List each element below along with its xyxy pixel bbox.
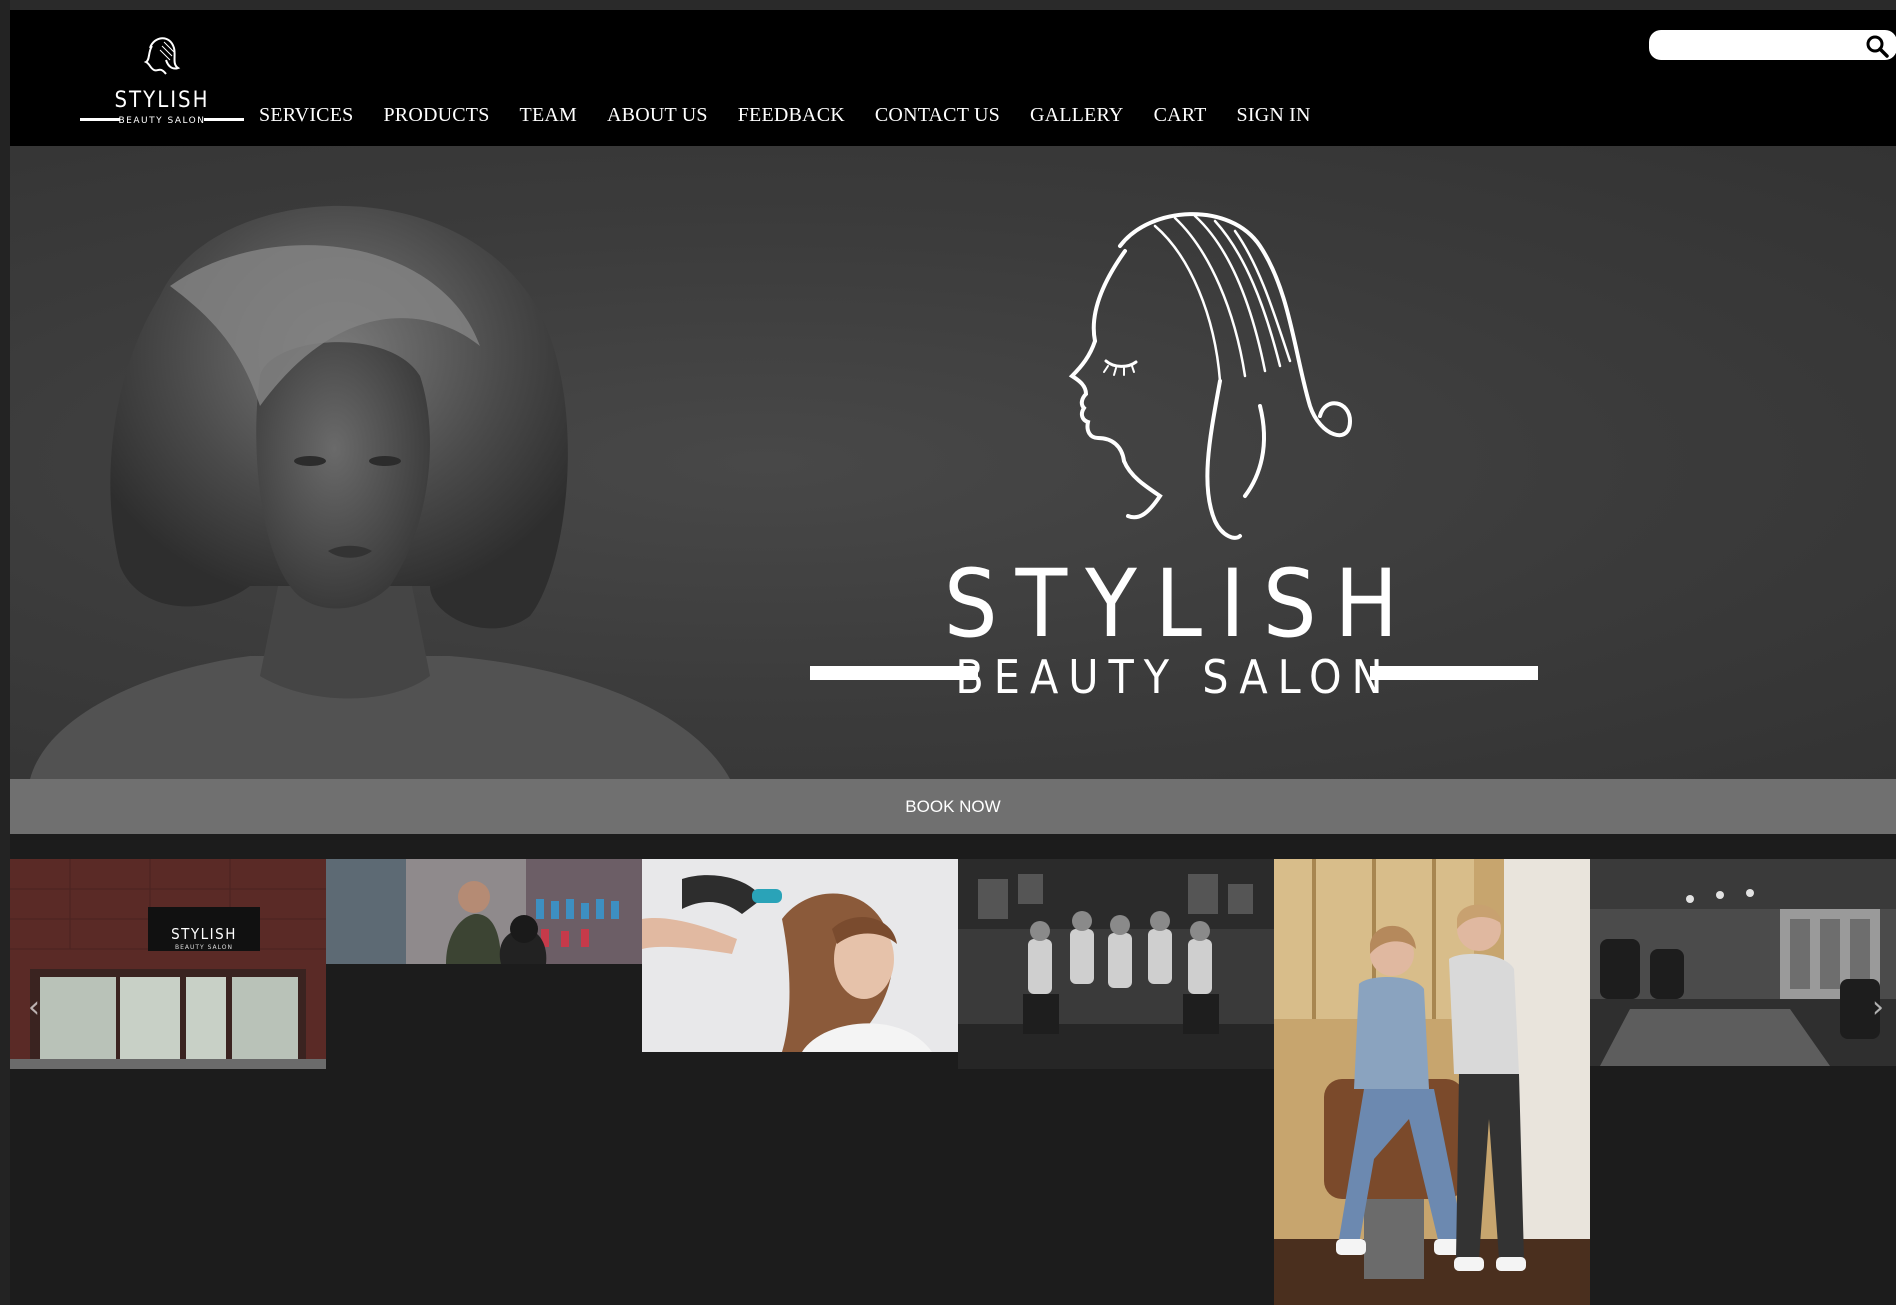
- gallery-carousel: STYLISH BEAUTY SALON: [10, 859, 1896, 1305]
- search-input[interactable]: [1663, 30, 1867, 62]
- window-top-edge: [0, 0, 1896, 10]
- chevron-left-icon[interactable]: ‹: [28, 990, 40, 1025]
- hero-brand-logo: STYLISH BEAUTY SALON: [810, 212, 1538, 704]
- nav-services[interactable]: SERVICES: [259, 104, 353, 127]
- hero-brand-name: STYLISH: [944, 550, 1416, 659]
- hero-model-photo: [30, 205, 730, 779]
- search-box: [1649, 30, 1896, 62]
- storefront-sign-name: STYLISH: [171, 925, 237, 943]
- gallery-item-stylist[interactable]: [326, 859, 642, 964]
- nav-sign-in[interactable]: SIGN IN: [1237, 104, 1311, 127]
- window-left-edge: [0, 0, 10, 1305]
- nav-team[interactable]: TEAM: [520, 104, 577, 127]
- site-logo[interactable]: STYLISH BEAUTY SALON: [80, 30, 244, 130]
- hero-banner: STYLISH BEAUTY SALON: [10, 146, 1896, 779]
- gallery-item-barber-team[interactable]: [958, 859, 1274, 1069]
- gallery-item-hair-styling[interactable]: [642, 859, 958, 1052]
- search-icon[interactable]: [1865, 34, 1889, 58]
- main-nav: SERVICES PRODUCTS TEAM ABOUT US FEEDBACK…: [259, 104, 1341, 127]
- gallery-item-salon-interior[interactable]: [1590, 859, 1896, 1066]
- gallery-item-stylists-chair[interactable]: [1274, 859, 1590, 1305]
- nav-feedback[interactable]: FEEDBACK: [738, 104, 845, 127]
- storefront-sign-tagline: BEAUTY SALON: [175, 944, 233, 951]
- site-header: STYLISH BEAUTY SALON SERVICES PRODUCTS T…: [10, 10, 1896, 146]
- book-now-button[interactable]: BOOK NOW: [10, 779, 1896, 834]
- book-now-label: BOOK NOW: [905, 796, 1001, 816]
- nav-gallery[interactable]: GALLERY: [1030, 104, 1124, 127]
- logo-tagline: BEAUTY SALON: [118, 116, 205, 126]
- chevron-right-icon[interactable]: ›: [1872, 990, 1884, 1025]
- nav-products[interactable]: PRODUCTS: [383, 104, 489, 127]
- nav-about-us[interactable]: ABOUT US: [607, 104, 708, 127]
- nav-contact-us[interactable]: CONTACT US: [875, 104, 1000, 127]
- gallery-item-storefront[interactable]: STYLISH BEAUTY SALON: [10, 859, 326, 1069]
- hero-brand-tagline: BEAUTY SALON: [955, 650, 1392, 704]
- nav-cart[interactable]: CART: [1154, 104, 1207, 127]
- logo-name: STYLISH: [114, 88, 209, 113]
